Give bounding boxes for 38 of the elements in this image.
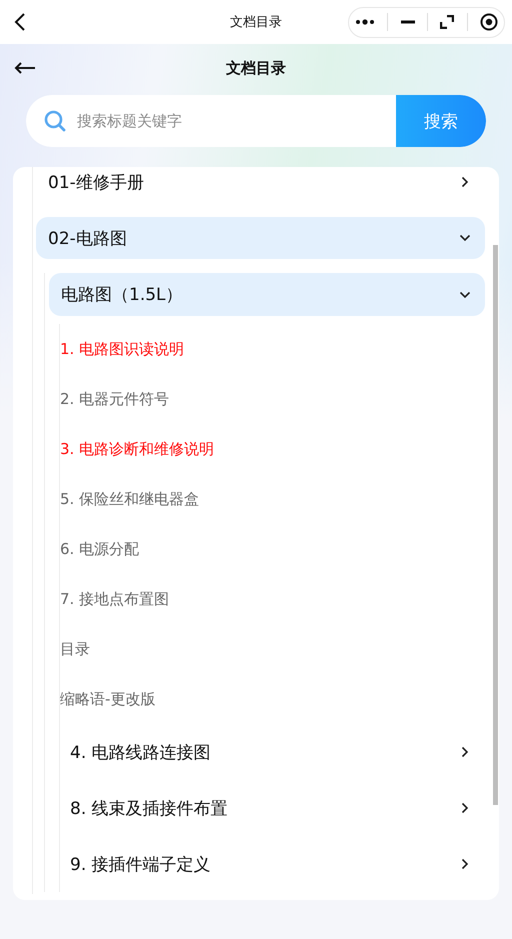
folder-label: 01-维修手册 xyxy=(48,172,144,194)
document-item[interactable]: 7. 接地点布置图 xyxy=(60,574,485,624)
document-item[interactable]: 目录 xyxy=(60,624,485,674)
folder-label: 电路图（1.5L） xyxy=(61,284,183,306)
folder-item[interactable]: 9. 接插件端子定义 xyxy=(60,836,485,892)
folder-item[interactable]: 8. 线束及插接件布置 xyxy=(60,780,485,836)
record-icon[interactable] xyxy=(480,13,498,31)
folder-label: 8. 线束及插接件布置 xyxy=(70,798,228,820)
document-item[interactable]: 5. 保险丝和继电器盒 xyxy=(60,474,485,524)
document-item[interactable]: 2. 电器元件符号 xyxy=(60,374,485,424)
folder-item[interactable]: 02-电路图 xyxy=(36,217,485,259)
back-arrow-button[interactable] xyxy=(14,62,36,74)
document-item[interactable]: 3. 电路诊断和维修说明 xyxy=(60,424,485,474)
folder-item[interactable]: 4. 电路线路连接图 xyxy=(60,724,485,780)
search-icon xyxy=(44,110,66,132)
folder-label: 02-电路图 xyxy=(48,228,127,250)
more-icon[interactable] xyxy=(355,19,376,25)
folder-label: 9. 接插件端子定义 xyxy=(70,854,211,876)
chevron-right-icon xyxy=(459,176,471,188)
minimize-icon[interactable] xyxy=(400,20,415,24)
document-item[interactable]: 6. 电源分配 xyxy=(60,524,485,574)
folder-item[interactable]: 01-维修手册 xyxy=(36,167,485,203)
folder-label: 4. 电路线路连接图 xyxy=(70,742,211,764)
chevron-down-icon xyxy=(459,232,471,244)
chevron-right-icon xyxy=(459,746,471,758)
window-icon[interactable] xyxy=(440,15,454,29)
back-button[interactable] xyxy=(14,12,26,32)
document-item[interactable]: 缩略语-更改版 xyxy=(60,674,485,724)
chevron-right-icon xyxy=(459,858,471,870)
search-button[interactable]: 搜索 xyxy=(396,95,486,147)
page-title: 文档目录 xyxy=(226,58,286,78)
search-field[interactable]: 搜索标题关键字 xyxy=(26,95,396,147)
search-field[interactable]: 搜索标题关键字 xyxy=(75,111,396,131)
window-title: 文档目录 xyxy=(230,14,282,31)
chevron-right-icon xyxy=(459,802,471,814)
folder-item[interactable]: 电路图（1.5L） xyxy=(49,273,485,316)
scrollbar[interactable] xyxy=(493,245,498,805)
document-item[interactable]: 1. 电路图识读说明 xyxy=(60,324,485,374)
